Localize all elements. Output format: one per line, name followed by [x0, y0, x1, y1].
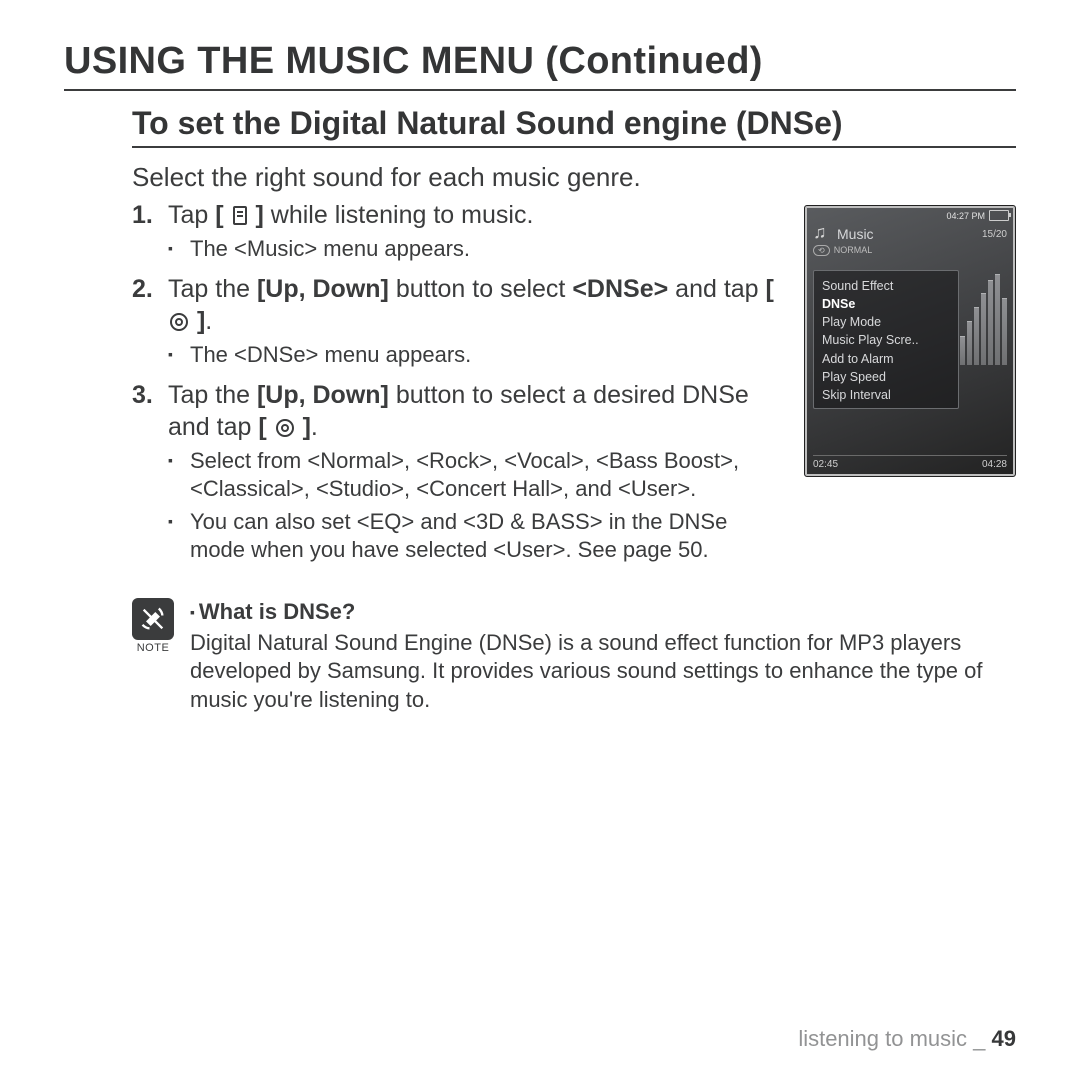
step-3-bold-1: [Up, Down] [257, 381, 389, 409]
step-3-pre: Tap the [168, 381, 257, 409]
device-preview: 04:27 PM Music 15/20 ⟲ NORMAL Sound Effec… [804, 205, 1016, 477]
step-2-bold-2: <DNSe> [572, 275, 668, 303]
step-3-end: . [311, 413, 318, 441]
step-2-bracket-close: ] [190, 307, 205, 335]
step-2-sub: The <DNSe> menu appears. [168, 341, 780, 369]
repeat-icon: ⟲ [813, 245, 830, 256]
music-note-icon [813, 225, 831, 243]
step-3-sub-1: Select from <Normal>, <Rock>, <Vocal>, <… [168, 447, 780, 503]
step-2-bracket-open: [ [766, 275, 774, 303]
step-1-tail: while listening to music. [264, 201, 534, 229]
page-title: USING THE MUSIC MENU (Continued) [64, 40, 1016, 91]
menu-item-dnse: DNSe [822, 295, 950, 313]
note-heading: What is DNSe? [199, 599, 355, 624]
total-time: 04:28 [982, 459, 1007, 470]
step-3-bracket-open: [ [258, 413, 273, 441]
menu-button-icon [233, 206, 247, 225]
step-3-sub-2: You can also set <EQ> and <3D & BASS> in… [168, 508, 780, 564]
device-header-title: Music [837, 226, 874, 242]
step-2: Tap the [Up, Down] button to select <DNS… [132, 273, 780, 369]
menu-item-skip-interval: Skip Interval [822, 386, 950, 404]
step-1-bracket-open: [ [215, 201, 230, 229]
step-2-pre: Tap the [168, 275, 257, 303]
select-button-icon [276, 419, 294, 437]
device-subheader: ⟲ NORMAL [805, 245, 1015, 260]
device-footer: 02:45 04:28 [813, 455, 1007, 470]
equalizer-icon [960, 270, 1007, 365]
note-label: NOTE [132, 642, 174, 654]
step-2-bold-1: [Up, Down] [257, 275, 389, 303]
step-2-end: . [205, 307, 212, 335]
select-button-icon [170, 313, 188, 331]
intro-text: Select the right sound for each music ge… [132, 162, 1016, 193]
page-footer: listening to music _ 49 [798, 1026, 1016, 1052]
step-1-text: Tap [168, 201, 215, 229]
menu-item-play-speed: Play Speed [822, 368, 950, 386]
device-header: Music 15/20 [805, 225, 1015, 245]
device-clock: 04:27 PM [946, 211, 985, 221]
step-1-sub: The <Music> menu appears. [168, 235, 780, 263]
track-count: 15/20 [982, 229, 1007, 240]
menu-item-add-to-alarm: Add to Alarm [822, 350, 950, 368]
page-number: 49 [992, 1026, 1016, 1051]
menu-item-sound-effect: Sound Effect [822, 277, 950, 295]
menu-item-play-mode: Play Mode [822, 313, 950, 331]
device-mode: NORMAL [834, 245, 873, 255]
step-3-bracket-close: ] [296, 413, 311, 441]
menu-item-music-play-screen: Music Play Scre.. [822, 331, 950, 349]
note-text: What is DNSe? Digital Natural Sound Engi… [190, 598, 1016, 716]
section-title: To set the Digital Natural Sound engine … [132, 105, 1016, 148]
step-1-bracket-close: ] [249, 201, 264, 229]
device-status-bar: 04:27 PM [805, 206, 1015, 225]
step-2-mid1: button to select [389, 275, 572, 303]
battery-icon [989, 210, 1009, 221]
note-badge: NOTE [132, 598, 174, 716]
note-icon [132, 598, 174, 640]
device-menu: Sound Effect DNSe Play Mode Music Play S… [813, 270, 959, 409]
step-3: Tap the [Up, Down] button to select a de… [132, 379, 780, 564]
step-1: Tap [ ] while listening to music. The <M… [132, 199, 780, 263]
step-2-mid2: and tap [668, 275, 765, 303]
note-body: Digital Natural Sound Engine (DNSe) is a… [190, 629, 1016, 715]
steps-column: Tap [ ] while listening to music. The <M… [132, 199, 780, 574]
footer-section: listening to music _ [798, 1026, 991, 1051]
elapsed-time: 02:45 [813, 459, 838, 470]
